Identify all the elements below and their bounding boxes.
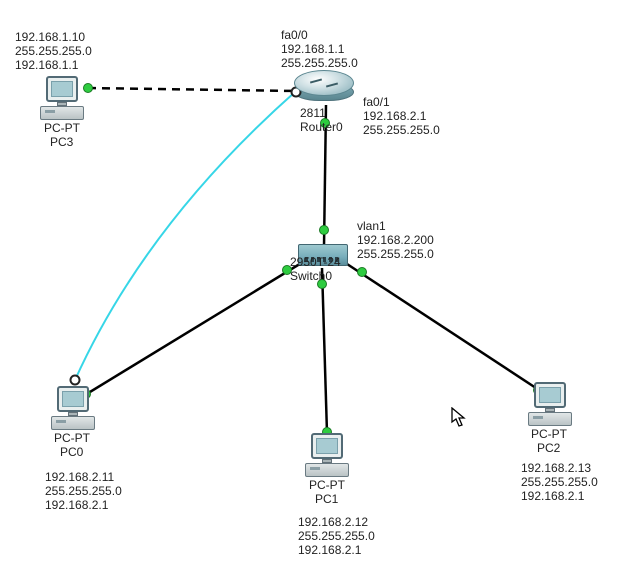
- link-pc3-router0: [88, 88, 297, 91]
- router0-fa00-info: fa0/0 192.168.1.1 255.255.255.0: [281, 29, 358, 70]
- pc1[interactable]: [305, 433, 349, 477]
- link-router0-pc0: [75, 92, 295, 380]
- pc0-ip-info: 192.168.2.11 255.255.255.0 192.168.2.1: [45, 471, 122, 512]
- pc2[interactable]: [528, 382, 572, 426]
- link-switch0-pc2: [344, 262, 539, 390]
- pc0[interactable]: [51, 386, 95, 430]
- port-switch0-pc2: [357, 267, 367, 277]
- pc3[interactable]: [40, 76, 84, 120]
- link-switch0-pc0: [85, 262, 303, 395]
- port-switch0-uplink: [319, 225, 329, 235]
- router0-label: 2811 Router0: [300, 107, 343, 135]
- pc3-label: PC-PT PC3: [44, 122, 80, 150]
- pc3-ip-info: 192.168.1.10 255.255.255.0 192.168.1.1: [15, 31, 92, 72]
- link-switch0-pc1: [322, 268, 327, 433]
- switch0-label: 2950T-24 Switch0: [290, 256, 341, 284]
- pc2-ip-info: 192.168.2.13 255.255.255.0 192.168.2.1: [521, 462, 598, 503]
- pc0-label: PC-PT PC0: [54, 432, 90, 460]
- pc1-label: PC-PT PC1: [309, 479, 345, 507]
- switch0-vlan-info: vlan1 192.168.2.200 255.255.255.0: [357, 220, 434, 261]
- router0[interactable]: [294, 70, 354, 106]
- port-pc3-eth: [83, 83, 93, 93]
- router0-fa01-info: fa0/1 192.168.2.1 255.255.255.0: [363, 96, 440, 137]
- pc2-label: PC-PT PC2: [531, 428, 567, 456]
- pc1-ip-info: 192.168.2.12 255.255.255.0 192.168.2.1: [298, 516, 375, 557]
- port-pc0-console: [70, 375, 81, 386]
